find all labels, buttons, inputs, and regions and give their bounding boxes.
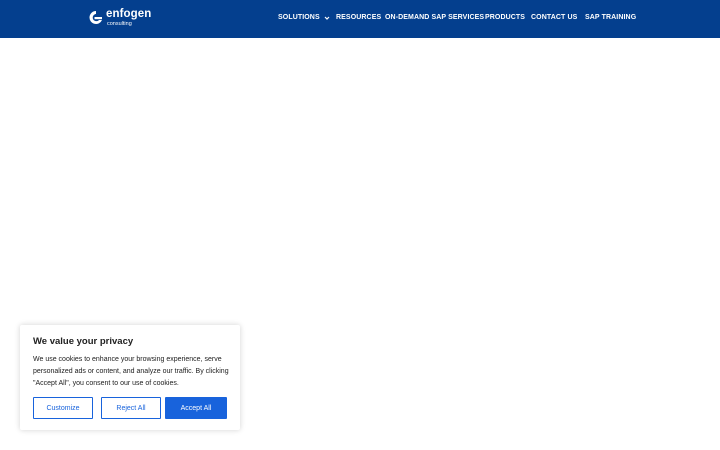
- nav-item-solutions[interactable]: SOLUTIONS: [278, 14, 330, 21]
- cookie-banner-title: We value your privacy: [33, 336, 134, 347]
- nav-item-sap-training[interactable]: SAP TRAINING: [585, 14, 636, 21]
- accept-all-button[interactable]: Accept All: [165, 397, 227, 419]
- nav-item-label: CONTACT US: [531, 14, 578, 21]
- logo[interactable]: enfogen consulting: [89, 8, 152, 27]
- chevron-down-icon: [324, 16, 330, 20]
- nav-item-label: ON-DEMAND SAP SERVICES: [385, 14, 485, 21]
- logo-name: enfogen: [106, 8, 152, 20]
- customize-button[interactable]: Customize: [33, 397, 93, 419]
- nav-item-label: SAP TRAINING: [585, 14, 637, 21]
- nav-item-products[interactable]: PRODUCTS: [485, 14, 525, 21]
- nav-item-resources[interactable]: RESOURCES: [336, 14, 381, 21]
- nav-item-contact-us[interactable]: CONTACT US: [531, 14, 577, 21]
- logo-subtitle: consulting: [107, 20, 132, 27]
- nav-item-label: PRODUCTS: [485, 14, 526, 21]
- nav-item-label: SOLUTIONS: [278, 14, 320, 21]
- nav-item-on-demand-sap-services[interactable]: ON-DEMAND SAP SERVICES: [385, 14, 484, 21]
- cookie-banner-text: We use cookies to enhance your browsing …: [33, 356, 229, 387]
- site-header: enfogen consulting SOLUTIONS RESOURCES O…: [0, 0, 720, 38]
- enfogen-logo-icon: [89, 11, 102, 24]
- nav-item-label: RESOURCES: [336, 14, 382, 21]
- cookie-consent-banner: We value your privacy We use cookies to …: [20, 325, 240, 430]
- reject-all-button[interactable]: Reject All: [101, 397, 161, 419]
